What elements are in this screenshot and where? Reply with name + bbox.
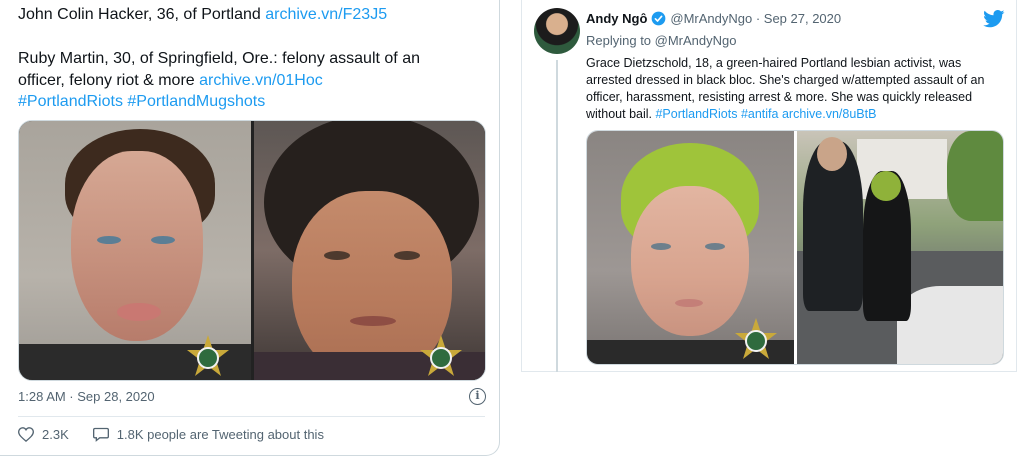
left-tweet-card[interactable]: John Colin Hacker, 36, of Portland archi…	[0, 0, 500, 456]
arrest-scene-photo[interactable]	[797, 131, 1003, 364]
mugshot-photo[interactable]	[254, 121, 485, 380]
archive-link[interactable]: archive.vn/01Hoc	[199, 72, 323, 89]
tweet-actions: 2.3K 1.8K people are Tweeting about this	[18, 427, 348, 442]
tweet-text: John Colin Hacker, 36, of Portland	[18, 6, 266, 23]
avatar[interactable]	[534, 8, 580, 54]
sheriff-badge-icon	[735, 318, 777, 359]
thread-line	[556, 60, 558, 372]
tweet-timestamp[interactable]: 1:28 AM · Sep 28, 2020	[18, 389, 155, 404]
tweet-media-grid[interactable]	[586, 130, 1004, 365]
author-handle-date[interactable]: @MrAndyNgo · Sep 27, 2020	[670, 11, 841, 26]
tweet-body: Grace Dietzschold, 18, a green-haired Po…	[586, 55, 1006, 123]
mugshot-photo[interactable]	[587, 131, 794, 364]
conversation-button[interactable]: 1.8K people are Tweeting about this	[92, 427, 324, 442]
hashtag-links[interactable]: #PortlandRiots #antifa archive.vn/8uBtB	[655, 107, 876, 121]
like-count: 2.3K	[42, 427, 69, 442]
right-tweet-card[interactable]: Andy Ngô @MrAndyNgo · Sep 27, 2020 Reply…	[521, 0, 1017, 372]
like-button[interactable]: 2.3K	[18, 427, 69, 442]
verified-badge-icon	[652, 11, 666, 26]
sheriff-badge-icon	[420, 335, 462, 376]
tweet-text: officer, felony riot & more	[18, 72, 200, 89]
sheriff-badge-icon	[187, 335, 229, 376]
tweet-text-line: John Colin Hacker, 36, of Portland archi…	[18, 4, 387, 25]
hashtag-links[interactable]: #PortlandRiots #PortlandMugshots	[18, 91, 265, 112]
author-name[interactable]: Andy Ngô	[586, 11, 647, 26]
tweet-text-line: Ruby Martin, 30, of Springfield, Ore.: f…	[18, 50, 420, 67]
replying-to[interactable]: Replying to @MrAndyNgo	[586, 33, 736, 48]
info-icon[interactable]: i	[469, 388, 486, 405]
tweet-media-grid[interactable]	[18, 120, 486, 381]
mugshot-photo[interactable]	[19, 121, 251, 380]
heart-icon	[18, 427, 34, 442]
speech-bubble-icon	[92, 427, 109, 442]
twitter-bird-icon[interactable]	[983, 10, 1005, 28]
archive-link[interactable]: archive.vn/F23J5	[265, 6, 387, 23]
tweet-header: Andy Ngô @MrAndyNgo · Sep 27, 2020	[586, 11, 841, 26]
conversation-text: 1.8K people are Tweeting about this	[116, 427, 324, 442]
tweet-text-line: officer, felony riot & more archive.vn/0…	[18, 70, 323, 91]
divider	[18, 416, 485, 417]
